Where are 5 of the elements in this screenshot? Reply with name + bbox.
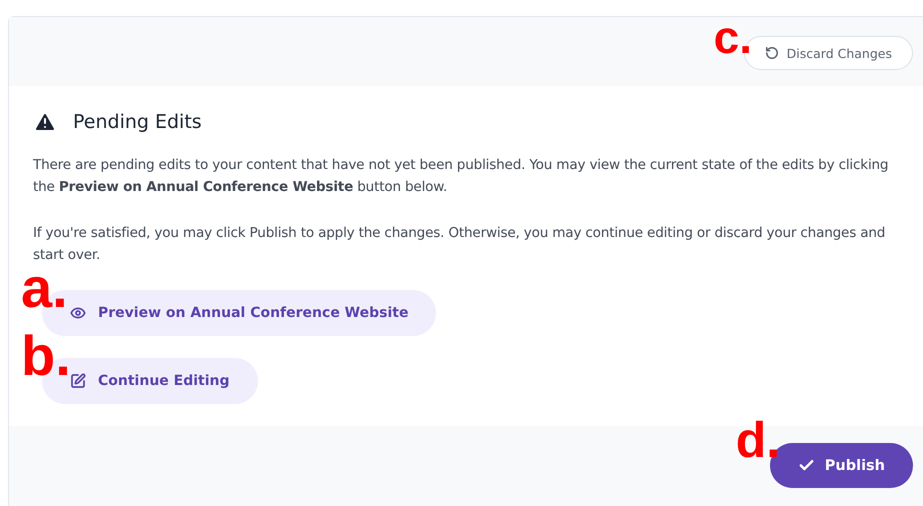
undo-icon [764,46,779,60]
notice-paragraph: There are pending edits to your content that have not yet been published. You may view the current state of the edits by clicking the Preview on Annual Conference Website button below. [33,156,890,197]
edit-icon [70,373,86,389]
eye-icon [70,305,86,321]
notice-title: Pending Edits [73,111,202,133]
